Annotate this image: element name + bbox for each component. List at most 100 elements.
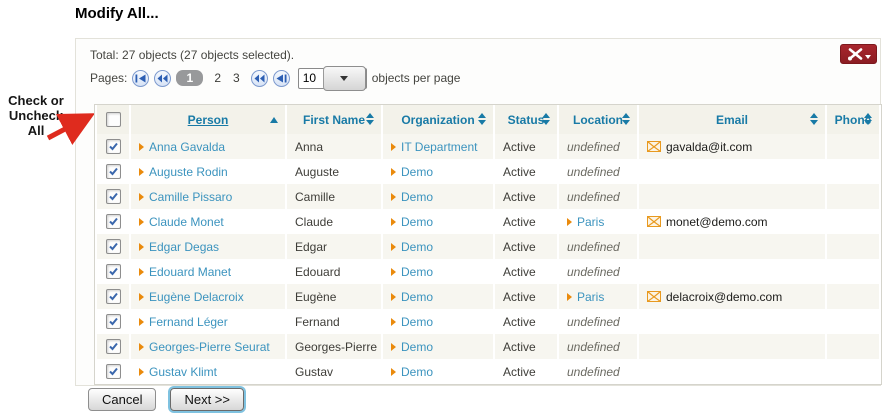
email-cell (639, 159, 825, 184)
orange-caret-icon (139, 343, 144, 351)
row-checkbox[interactable] (106, 164, 121, 179)
sort-ascending-icon (270, 117, 278, 123)
status-cell: Active (495, 209, 557, 234)
first-name-cell: Auguste (287, 159, 381, 184)
objects-per-page-label: objects per page (372, 71, 461, 85)
select-all-checkbox[interactable] (106, 112, 121, 127)
status-cell: Active (495, 334, 557, 359)
row-checkbox[interactable] (106, 289, 121, 304)
email-cell: gavalda@it.com (639, 134, 825, 159)
column-header-status[interactable]: Status (495, 105, 557, 134)
person-link[interactable]: Claude Monet (149, 215, 224, 229)
phone-cell (827, 209, 879, 234)
column-header-location[interactable]: Location (559, 105, 637, 134)
cancel-button[interactable]: Cancel (88, 388, 156, 411)
objects-table: PersonFirst NameOrganizationStatusLocati… (94, 104, 882, 385)
phone-cell (827, 259, 879, 284)
orange-caret-icon (567, 293, 572, 301)
table-header-row: PersonFirst NameOrganizationStatusLocati… (97, 105, 879, 134)
person-link[interactable]: Auguste Rodin (149, 165, 228, 179)
person-link[interactable]: Gustav Klimt (149, 365, 217, 379)
row-checkbox[interactable] (106, 339, 121, 354)
last-page-button[interactable] (273, 70, 290, 87)
next-page-button[interactable] (251, 70, 268, 87)
row-checkbox[interactable] (106, 139, 121, 154)
organization-link[interactable]: Demo (401, 190, 433, 204)
row-checkbox[interactable] (106, 239, 121, 254)
email-text: delacroix@demo.com (666, 290, 782, 304)
column-header-person[interactable]: Person (131, 105, 285, 134)
orange-caret-icon (391, 343, 396, 351)
location-link[interactable]: Paris (577, 290, 604, 304)
person-link[interactable]: Anna Gavalda (149, 140, 225, 154)
location-undefined: undefined (567, 190, 620, 204)
person-link[interactable]: Edgar Degas (149, 240, 219, 254)
last-page-icon (276, 74, 287, 83)
column-header-organization[interactable]: Organization (383, 105, 493, 134)
phone-cell (827, 309, 879, 334)
status-cell: Active (495, 309, 557, 334)
row-checkbox[interactable] (106, 314, 121, 329)
organization-link[interactable]: IT Department (401, 140, 477, 154)
table-row: Camille PissaroCamilleDemoActiveundefine… (97, 184, 879, 209)
organization-link[interactable]: Demo (401, 340, 433, 354)
organization-link[interactable]: Demo (401, 165, 433, 179)
first-page-button[interactable] (132, 70, 149, 87)
sort-both-icon (864, 113, 872, 125)
organization-link[interactable]: Demo (401, 365, 433, 379)
row-checkbox[interactable] (106, 264, 121, 279)
email-text: monet@demo.com (666, 215, 768, 229)
organization-link[interactable]: Demo (401, 265, 433, 279)
list-panel: Total: 27 objects (27 objects selected).… (75, 38, 881, 386)
email-envelope-icon (647, 216, 661, 227)
organization-link[interactable]: Demo (401, 290, 433, 304)
location-link[interactable]: Paris (577, 215, 604, 229)
page-link-3[interactable]: 3 (233, 71, 240, 85)
email-text: gavalda@it.com (666, 140, 752, 154)
orange-caret-icon (139, 168, 144, 176)
first-name-cell: Camille (287, 184, 381, 209)
email-cell (639, 234, 825, 259)
location-undefined: undefined (567, 240, 620, 254)
status-cell: Active (495, 259, 557, 284)
person-link[interactable]: Edouard Manet (149, 265, 231, 279)
first-name-cell: Anna (287, 134, 381, 159)
previous-page-button[interactable] (154, 70, 171, 87)
next-button[interactable]: Next >> (170, 388, 244, 411)
objects-per-page-select[interactable]: 10 (298, 68, 367, 89)
column-header-email[interactable]: Email (639, 105, 825, 134)
sort-both-icon (366, 113, 374, 125)
email-envelope-icon (647, 291, 661, 302)
person-link[interactable]: Fernand Léger (149, 315, 228, 329)
page-link-2[interactable]: 2 (214, 71, 221, 85)
organization-link[interactable]: Demo (401, 315, 433, 329)
table-row: Eugène DelacroixEugèneDemoActiveParisdel… (97, 284, 879, 309)
first-name-cell: Edouard (287, 259, 381, 284)
email-cell (639, 309, 825, 334)
objects-per-page-value: 10 (299, 71, 323, 85)
orange-caret-icon (391, 318, 396, 326)
person-link[interactable]: Eugène Delacroix (149, 290, 244, 304)
orange-caret-icon (139, 218, 144, 226)
row-checkbox[interactable] (106, 364, 121, 379)
organization-link[interactable]: Demo (401, 215, 433, 229)
row-checkbox[interactable] (106, 189, 121, 204)
organization-link[interactable]: Demo (401, 240, 433, 254)
location-undefined: undefined (567, 265, 620, 279)
column-header-phone[interactable]: Phone (827, 105, 879, 134)
table-row: Anna Gavalda Anna IT Department Active undef… (97, 134, 879, 159)
select-dropdown-button[interactable] (323, 66, 366, 91)
person-link[interactable]: Georges-Pierre Seurat (149, 340, 270, 354)
status-cell: Active (495, 134, 557, 159)
location-undefined: undefined (567, 140, 620, 154)
phone-cell (827, 359, 879, 384)
sort-both-icon (478, 113, 486, 125)
person-link[interactable]: Camille Pissaro (149, 190, 232, 204)
row-checkbox[interactable] (106, 214, 121, 229)
table-row: Edouard Manet Edouard Demo Active undefined (97, 259, 879, 284)
column-header-first_name[interactable]: First Name (287, 105, 381, 134)
actions-menu-button[interactable] (840, 44, 877, 64)
first-name-cell: Edgar (287, 234, 381, 259)
table-row: Fernand LégerFernandDemoActiveundefined (97, 309, 879, 334)
total-objects-text: Total: 27 objects (27 objects selected). (90, 48, 294, 62)
